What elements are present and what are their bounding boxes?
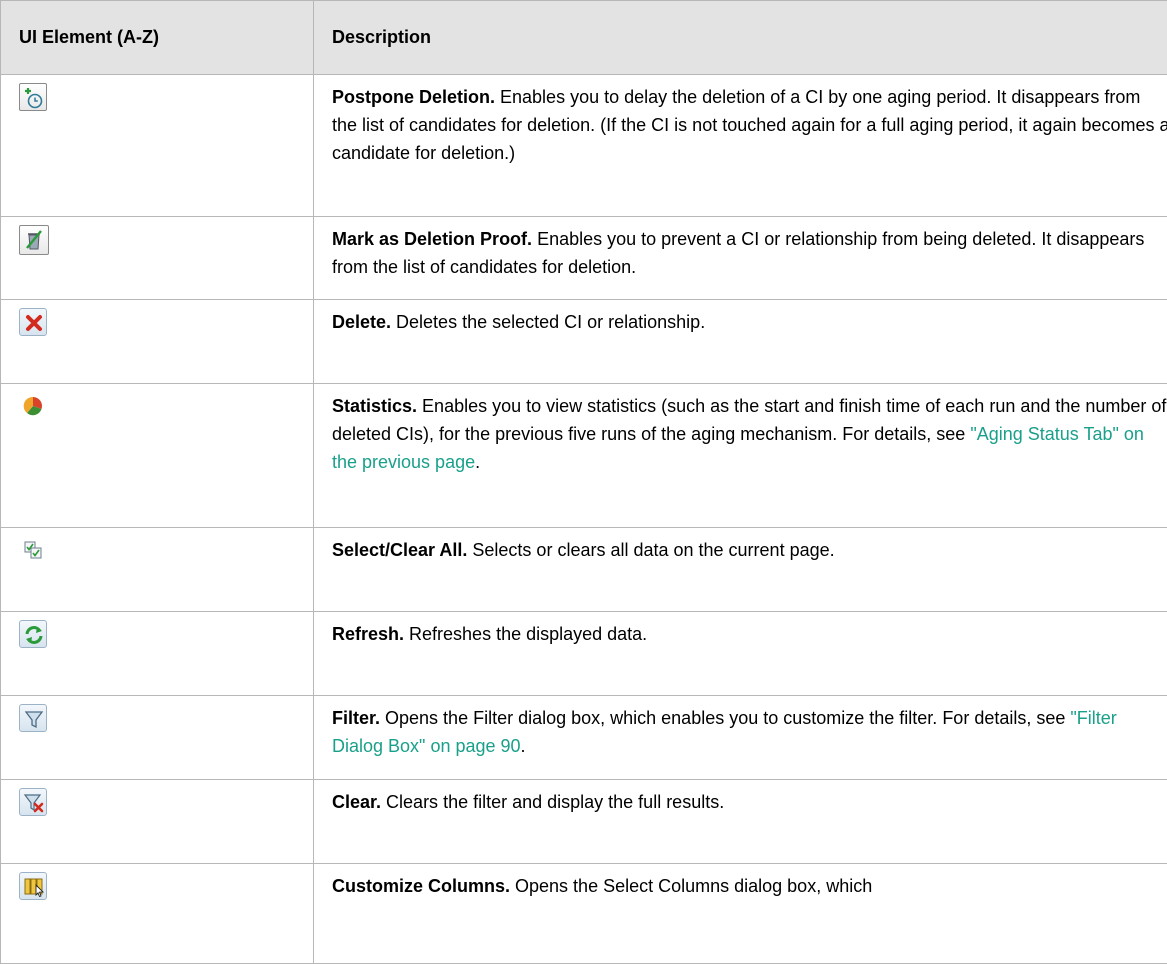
description-cell: Statistics. Enables you to view statisti… [314,384,1167,528]
description-cell: Clear. Clears the filter and display the… [314,780,1167,864]
row-text: Opens the Filter dialog box, which enabl… [380,708,1070,728]
select-clear-all-icon [19,536,47,564]
icon-cell [1,300,314,384]
row-text: Selects or clears all data on the curren… [467,540,834,560]
row-text-end: . [521,736,526,756]
description-cell: Mark as Deletion Proof. Enables you to p… [314,217,1167,300]
row-title: Refresh. [332,624,404,644]
table-row: Refresh. Refreshes the displayed data. [1,612,1167,696]
row-text: Deletes the selected CI or relationship. [391,312,705,332]
table-row: Select/Clear All. Selects or clears all … [1,528,1167,612]
description-cell: Filter. Opens the Filter dialog box, whi… [314,696,1167,780]
table-row: Postpone Deletion. Enables you to delay … [1,75,1167,217]
table-row: Filter. Opens the Filter dialog box, whi… [1,696,1167,780]
filter-icon [19,704,47,732]
statistics-icon [19,392,47,420]
icon-cell [1,696,314,780]
row-text: Clears the filter and display the full r… [381,792,724,812]
table-row: Delete. Deletes the selected CI or relat… [1,300,1167,384]
row-title: Delete. [332,312,391,332]
description-cell: Customize Columns. Opens the Select Colu… [314,864,1167,964]
table-row: Mark as Deletion Proof. Enables you to p… [1,217,1167,300]
icon-cell [1,528,314,612]
icon-cell [1,75,314,217]
clear-filter-icon [19,788,47,816]
icon-cell [1,780,314,864]
deletion-proof-icon [19,225,49,255]
column-header-ui-element: UI Element (A-Z) [1,1,314,75]
icon-cell [1,217,314,300]
row-title: Statistics. [332,396,417,416]
description-cell: Select/Clear All. Selects or clears all … [314,528,1167,612]
table-row: Statistics. Enables you to view statisti… [1,384,1167,528]
row-text-end: . [475,452,480,472]
icon-cell [1,864,314,964]
delete-icon [19,308,47,336]
description-cell: Postpone Deletion. Enables you to delay … [314,75,1167,217]
table-header-row: UI Element (A-Z) Description [1,1,1167,75]
table-row: Clear. Clears the filter and display the… [1,780,1167,864]
description-cell: Delete. Deletes the selected CI or relat… [314,300,1167,384]
refresh-icon [19,620,47,648]
row-title: Mark as Deletion Proof. [332,229,532,249]
row-text: Opens the Select Columns dialog box, whi… [510,876,872,896]
row-title: Customize Columns. [332,876,510,896]
row-title: Select/Clear All. [332,540,467,560]
icon-cell [1,612,314,696]
ui-elements-table: UI Element (A-Z) Description Postpone De… [0,0,1167,964]
table-row: Customize Columns. Opens the Select Colu… [1,864,1167,964]
postpone-deletion-icon [19,83,47,111]
row-text: Refreshes the displayed data. [404,624,647,644]
row-title: Postpone Deletion. [332,87,495,107]
description-cell: Refresh. Refreshes the displayed data. [314,612,1167,696]
row-title: Filter. [332,708,380,728]
customize-columns-icon [19,872,47,900]
row-title: Clear. [332,792,381,812]
column-header-description: Description [314,1,1167,75]
icon-cell [1,384,314,528]
